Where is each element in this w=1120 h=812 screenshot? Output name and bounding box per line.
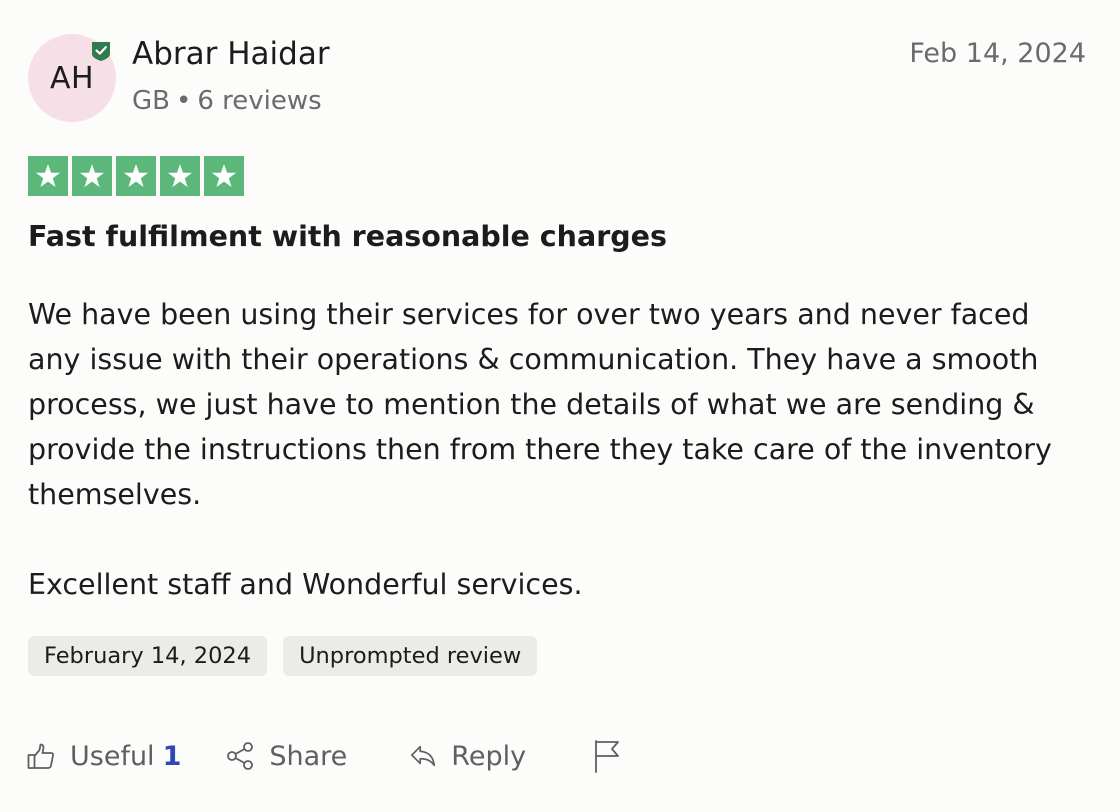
star-icon	[204, 156, 244, 196]
useful-button[interactable]: Useful 1	[26, 741, 181, 772]
reviewer-country: GB	[132, 86, 170, 116]
review-actions: Useful 1 Share Reply	[26, 734, 622, 778]
review-paragraph: We have been using their services for ov…	[28, 298, 1052, 511]
avatar-container: AH	[28, 34, 116, 122]
reviewer-name[interactable]: Abrar Haidar	[132, 36, 330, 72]
review-paragraph: Excellent staff and Wonderful services.	[28, 568, 583, 601]
review-body: We have been using their services for ov…	[28, 292, 1088, 607]
star-rating	[28, 156, 244, 196]
star-icon	[72, 156, 112, 196]
reviewer-meta: GB • 6 reviews	[132, 86, 322, 116]
share-button[interactable]: Share	[225, 741, 347, 772]
reviewer-review-count[interactable]: 6 reviews	[197, 86, 321, 116]
unprompted-review-tag[interactable]: Unprompted review	[283, 636, 538, 676]
review-card: AH Abrar Haidar GB • 6 reviews Feb 14, 202…	[0, 0, 1120, 812]
share-icon	[227, 742, 254, 770]
star-icon	[160, 156, 200, 196]
thumbs-up-icon	[27, 743, 54, 769]
star-icon	[28, 156, 68, 196]
review-date: Feb 14, 2024	[909, 38, 1086, 69]
meta-separator: •	[175, 86, 192, 116]
report-button[interactable]	[592, 739, 622, 773]
review-title[interactable]: Fast fulfilment with reasonable charges	[28, 220, 667, 253]
avatar-initials: AH	[49, 60, 95, 96]
review-tags: February 14, 2024 Unprompted review	[28, 636, 538, 676]
reply-icon	[411, 745, 436, 767]
reply-label: Reply	[451, 740, 527, 772]
star-icon	[116, 156, 156, 196]
flag-icon	[595, 740, 619, 773]
verified-badge-icon	[92, 42, 110, 61]
useful-count: 1	[162, 740, 182, 772]
share-label: Share	[269, 740, 348, 772]
experience-date-tag: February 14, 2024	[28, 636, 268, 676]
reply-button[interactable]: Reply	[409, 741, 526, 772]
useful-label: Useful	[70, 740, 155, 772]
